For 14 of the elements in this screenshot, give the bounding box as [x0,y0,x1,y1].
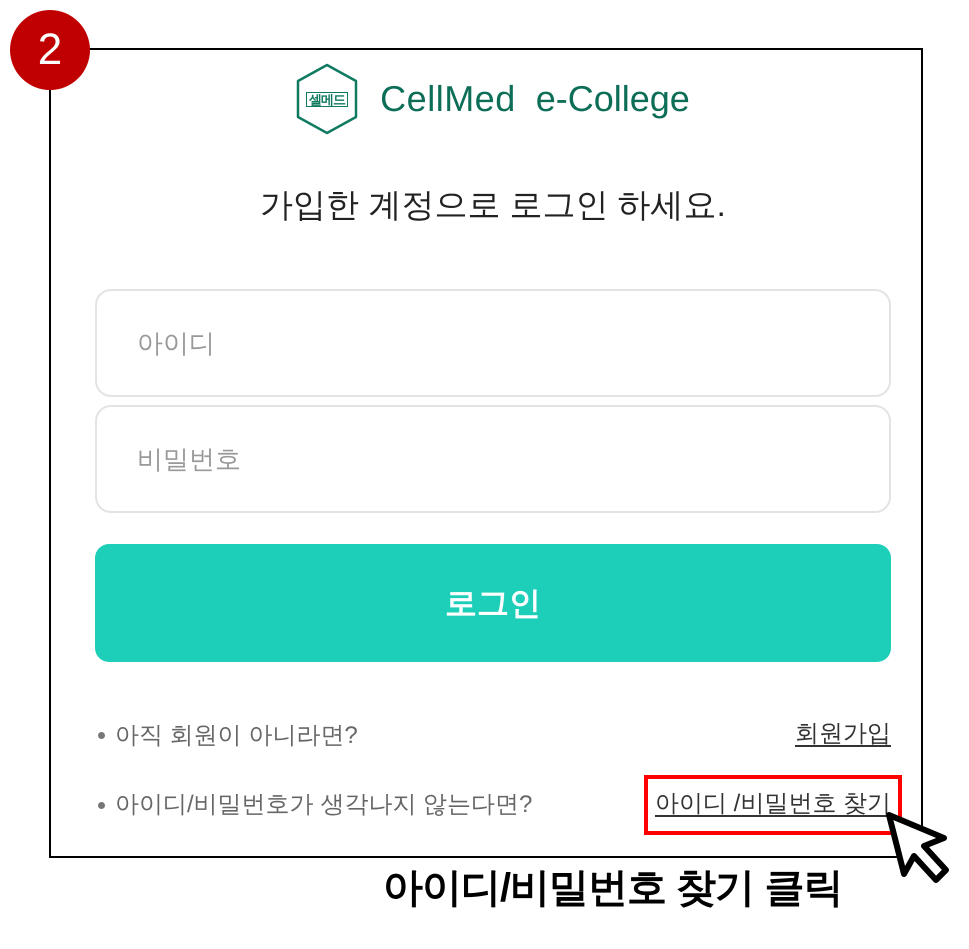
help-text: 아직 회원이 아니라면? [115,724,358,748]
bullet-icon [98,732,105,739]
help-text: 아이디/비밀번호가 생각나지 않는다면? [115,793,532,817]
instruction-caption: 아이디/비밀번호 찾기 클릭 [383,866,842,910]
input-field[interactable]: 비밀번호 [95,405,891,513]
logo-symbol-text: 셀메드 [306,92,348,106]
input-field[interactable]: 아이디 [95,289,891,397]
login-heading: 가입한 계정으로 로그인 하세요. [260,188,726,221]
product-name: e-College [536,81,690,117]
brand-name: CellMed [380,81,516,117]
step-number-badge: 2 [10,10,90,90]
bullet-icon [98,802,105,808]
help-link[interactable]: 아이디 /비밀번호 찾기 [654,790,891,817]
help-link[interactable]: 회원가입 [795,720,891,747]
